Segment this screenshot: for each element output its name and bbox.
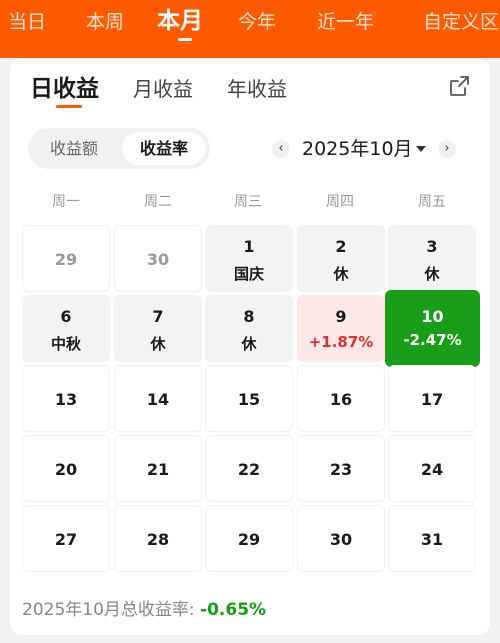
summary-value: -0.65%	[200, 600, 267, 620]
tab-this-year[interactable]: 今年	[238, 8, 276, 36]
calendar-day-cell[interactable]: 22	[205, 435, 293, 502]
calendar-day-cell[interactable]: 23	[297, 435, 385, 502]
next-month-button[interactable]: ›	[438, 140, 456, 158]
weekday-tue: 周二	[144, 194, 172, 210]
share-icon[interactable]	[448, 74, 472, 98]
calendar-day-cell[interactable]: 14	[114, 365, 202, 432]
calendar-day-cell[interactable]: 6 中秋	[22, 295, 110, 362]
calendar-day-cell[interactable]: 29	[22, 225, 110, 292]
calendar-day-cell[interactable]: 9 +1.87%	[297, 295, 385, 362]
tab-last-year[interactable]: 近一年	[317, 8, 374, 36]
holiday-label: 休	[333, 265, 349, 283]
day-number: 27	[54, 530, 78, 549]
day-number: 16	[329, 390, 353, 409]
tab-this-month[interactable]: 本月	[157, 4, 203, 38]
holiday-label: 休	[424, 265, 440, 283]
calendar-day-cell[interactable]: 7休	[114, 295, 202, 362]
calendar-day-cell[interactable]: 27	[22, 505, 110, 572]
day-number: 13	[54, 390, 78, 409]
day-number: 1	[243, 237, 255, 256]
caret-down-icon[interactable]	[416, 146, 426, 152]
day-number: 29	[54, 250, 78, 269]
day-number: 21	[146, 460, 170, 479]
calendar-day-cell[interactable]: 16	[297, 365, 385, 432]
earnings-metric-toggle: 收益额 收益率	[28, 128, 210, 169]
day-number: 17	[420, 390, 444, 409]
holiday-label: 国庆	[233, 265, 264, 283]
day-number: 9	[335, 307, 347, 326]
daily-return-rate: +1.87%	[308, 333, 374, 351]
weekday-mon: 周一	[52, 194, 80, 210]
active-tab-indicator	[178, 38, 192, 41]
holiday-label: 休	[241, 335, 257, 353]
day-number: 22	[237, 460, 261, 479]
toggle-earnings-rate[interactable]: 收益率	[122, 132, 206, 165]
tab-today[interactable]: 当日	[8, 8, 46, 36]
day-number: 7	[152, 307, 164, 326]
day-number: 29	[237, 530, 261, 549]
day-number: 24	[420, 460, 444, 479]
calendar-day-cell[interactable]: 31	[388, 505, 476, 572]
prev-month-button[interactable]: ‹	[272, 140, 290, 158]
calendar-day-cell[interactable]: 2休	[297, 225, 385, 292]
daily-return-rate: -2.47%	[403, 331, 462, 349]
day-number: 30	[329, 530, 353, 549]
tab-yearly-earnings[interactable]: 年收益	[227, 74, 287, 104]
calendar-day-cell[interactable]: 24	[388, 435, 476, 502]
month-selector[interactable]: 2025年10月	[302, 135, 413, 163]
period-tab-bar: 当日 本周 本月 今年 近一年 自定义区	[0, 0, 500, 58]
calendar-day-cell[interactable]: 30	[114, 225, 202, 292]
calendar-day-cell[interactable]: 30	[297, 505, 385, 572]
day-number: 23	[329, 460, 353, 479]
calendar-day-cell[interactable]: 1 国庆	[205, 225, 293, 292]
day-number: 30	[146, 250, 170, 269]
day-number: 28	[146, 530, 170, 549]
month-total-summary: 2025年10月总收益率: -0.65%	[22, 595, 266, 620]
tab-custom-range[interactable]: 自定义区	[423, 8, 499, 36]
day-number: 6	[60, 307, 72, 326]
calendar-day-cell[interactable]: 17	[388, 365, 476, 432]
calendar-day-cell[interactable]: 8休	[205, 295, 293, 362]
calendar-day-cell[interactable]: 20	[22, 435, 110, 502]
day-number: 14	[146, 390, 170, 409]
weekday-fri: 周五	[418, 194, 446, 210]
calendar-day-cell[interactable]: 15	[205, 365, 293, 432]
day-number: 3	[426, 237, 438, 256]
tab-this-week[interactable]: 本周	[86, 8, 124, 36]
calendar-day-cell[interactable]: 29	[205, 505, 293, 572]
weekday-thu: 周四	[326, 194, 354, 210]
calendar-day-cell[interactable]: 13	[22, 365, 110, 432]
day-number: 10	[421, 307, 444, 326]
day-number: 8	[243, 307, 255, 326]
toggle-earnings-amount[interactable]: 收益额	[34, 132, 114, 165]
tab-daily-earnings[interactable]: 日收益	[30, 74, 99, 104]
calendar-day-cell[interactable]: 28	[114, 505, 202, 572]
day-number: 2	[335, 237, 347, 256]
calendar-day-cell[interactable]: 10 -2.47%	[385, 290, 480, 367]
summary-label: 2025年10月总收益率:	[22, 600, 195, 620]
day-number: 31	[420, 530, 444, 549]
calendar-day-cell[interactable]: 21	[114, 435, 202, 502]
tab-monthly-earnings[interactable]: 月收益	[133, 74, 193, 104]
holiday-label: 休	[150, 335, 166, 353]
earnings-calendar-card: 日收益 月收益 年收益 收益额 收益率 ‹ 2025年10月 › 周一 周二 周…	[10, 58, 490, 635]
calendar-day-cell[interactable]: 3休	[388, 225, 476, 292]
holiday-label: 中秋	[50, 335, 81, 353]
weekday-wed: 周三	[234, 194, 262, 210]
day-number: 15	[237, 390, 261, 409]
earnings-tab-indicator	[56, 105, 82, 108]
day-number: 20	[54, 460, 78, 479]
